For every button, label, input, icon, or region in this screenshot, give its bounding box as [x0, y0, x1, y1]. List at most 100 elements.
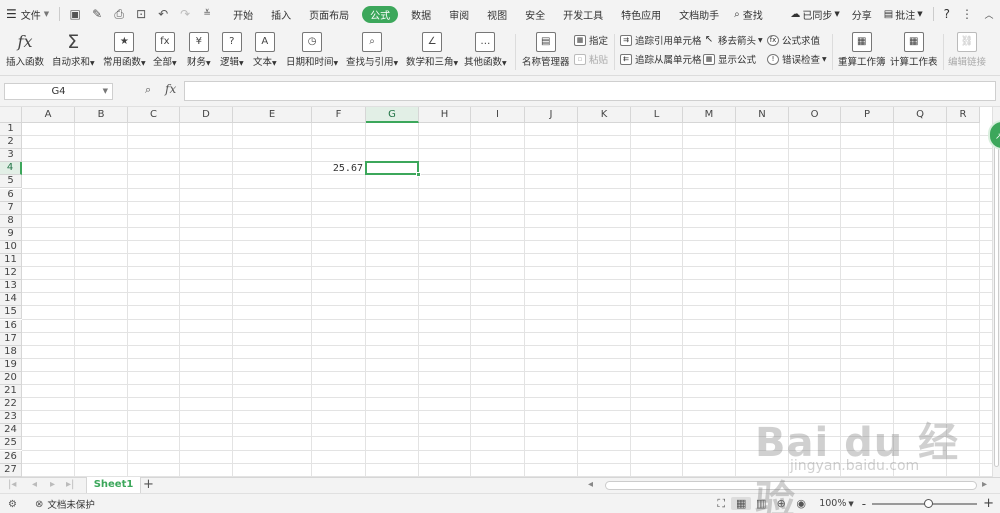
column-header[interactable]: D: [180, 107, 233, 123]
tab-9[interactable]: 特色应用: [612, 0, 670, 28]
quick-access-dropdown-icon[interactable]: ≚: [196, 0, 218, 28]
tab-3[interactable]: 公式: [362, 5, 399, 23]
print-icon[interactable]: ⎙: [108, 0, 130, 28]
undo-icon[interactable]: ↶: [152, 0, 174, 28]
page-break-view-icon[interactable]: ▥: [751, 497, 771, 510]
vertical-scroll-thumb[interactable]: [994, 127, 999, 467]
row-header[interactable]: 17: [0, 332, 22, 346]
recalc-workbook-button[interactable]: ▦ 重算工作簿: [838, 32, 886, 68]
row-header[interactable]: 4: [0, 162, 22, 176]
column-header[interactable]: A: [22, 107, 75, 123]
tab-6[interactable]: 视图: [478, 0, 516, 28]
scroll-right-icon[interactable]: ▸: [982, 479, 987, 490]
row-header[interactable]: 1: [0, 123, 22, 137]
row-header[interactable]: 11: [0, 254, 22, 268]
fill-handle[interactable]: [416, 172, 421, 178]
column-header[interactable]: B: [75, 107, 128, 123]
error-check-button[interactable]: ! 错误检查 ▼: [767, 52, 827, 66]
cell-value[interactable]: 25.67: [312, 162, 366, 175]
datetime-functions-button[interactable]: ◷ 日期和时间▼: [286, 32, 338, 68]
column-header[interactable]: N: [736, 107, 789, 123]
tab-8[interactable]: 开发工具: [554, 0, 612, 28]
file-menu[interactable]: ☰ 文件 ▼: [0, 0, 55, 28]
text-functions-button[interactable]: A 文本▼: [253, 32, 277, 68]
insert-function-button[interactable]: fx 插入函数: [6, 32, 44, 68]
reading-mode-icon[interactable]: ⊕: [771, 497, 791, 510]
help-button[interactable]: ?: [938, 0, 956, 28]
row-header[interactable]: 10: [0, 240, 22, 254]
name-box[interactable]: G4 ▼: [4, 83, 113, 100]
column-header[interactable]: H: [419, 107, 471, 123]
row-header[interactable]: 13: [0, 280, 22, 294]
common-functions-button[interactable]: ★ 常用函数▼: [103, 32, 146, 68]
column-header[interactable]: R: [947, 107, 980, 123]
last-sheet-icon[interactable]: ▸|: [66, 479, 74, 490]
scroll-left-icon[interactable]: ◂: [588, 479, 593, 490]
formula-input[interactable]: [184, 81, 996, 101]
tab-10[interactable]: 文档助手: [670, 0, 728, 28]
row-header[interactable]: 9: [0, 227, 22, 241]
column-header[interactable]: P: [841, 107, 894, 123]
share-button[interactable]: 分享: [846, 0, 878, 28]
horizontal-scrollbar[interactable]: [605, 481, 977, 490]
row-header[interactable]: 15: [0, 306, 22, 320]
fx-icon[interactable]: fx: [165, 82, 176, 96]
row-header[interactable]: 26: [0, 450, 22, 464]
column-header[interactable]: I: [471, 107, 525, 123]
normal-view-icon[interactable]: ▦: [731, 497, 752, 510]
next-sheet-icon[interactable]: ▸: [50, 479, 55, 490]
logical-functions-button[interactable]: ? 逻辑▼: [220, 32, 244, 68]
autosum-button[interactable]: Σ 自动求和▼: [52, 32, 95, 68]
row-header[interactable]: 12: [0, 267, 22, 281]
print-preview-icon[interactable]: ⊡: [130, 0, 152, 28]
add-sheet-button[interactable]: +: [143, 478, 154, 492]
sync-button[interactable]: ☁ 已同步 ▼: [784, 0, 845, 28]
zoom-level[interactable]: 100%: [819, 498, 846, 509]
row-header[interactable]: 20: [0, 371, 22, 385]
column-header[interactable]: M: [683, 107, 736, 123]
row-header[interactable]: 24: [0, 424, 22, 438]
trace-precedents-button[interactable]: ⇉ 追踪引用单元格: [620, 33, 702, 47]
comment-button[interactable]: ▤ 批注 ▼: [878, 0, 929, 28]
row-header[interactable]: 7: [0, 201, 22, 215]
column-header[interactable]: E: [233, 107, 312, 123]
column-header[interactable]: L: [631, 107, 683, 123]
active-cell[interactable]: [365, 161, 421, 178]
row-header[interactable]: 21: [0, 385, 22, 399]
column-header[interactable]: J: [525, 107, 578, 123]
search-button[interactable]: ⌕ 查找: [728, 0, 769, 28]
row-header[interactable]: 22: [0, 398, 22, 412]
row-header[interactable]: 25: [0, 437, 22, 451]
tab-7[interactable]: 安全: [516, 0, 554, 28]
settings-icon[interactable]: ⚙: [8, 499, 17, 510]
assign-name-button[interactable]: ▦ 指定: [574, 33, 608, 47]
zoom-in-button[interactable]: +: [983, 496, 994, 511]
row-header[interactable]: 19: [0, 358, 22, 372]
fullscreen-icon[interactable]: ⛶: [711, 497, 731, 511]
tab-0[interactable]: 开始: [224, 0, 262, 28]
zoom-out-button[interactable]: -: [862, 497, 866, 511]
row-header[interactable]: 16: [0, 319, 22, 333]
row-header[interactable]: 18: [0, 345, 22, 359]
all-functions-button[interactable]: fx 全部▼: [153, 32, 177, 68]
remove-arrows-button[interactable]: ↖ 移去箭头 ▼: [703, 33, 763, 47]
column-header[interactable]: Q: [894, 107, 947, 123]
show-formulas-button[interactable]: ▦ 显示公式: [703, 52, 756, 66]
row-header[interactable]: 23: [0, 411, 22, 425]
tab-5[interactable]: 审阅: [440, 0, 478, 28]
name-manager-button[interactable]: ▤ 名称管理器: [522, 32, 570, 68]
tab-2[interactable]: 页面布局: [300, 0, 358, 28]
math-functions-button[interactable]: ∠ 数学和三角▼: [406, 32, 458, 68]
redo-icon[interactable]: ↷: [174, 0, 196, 28]
zoom-slider-knob[interactable]: [924, 498, 934, 508]
trace-dependents-button[interactable]: ⇇ 追踪从属单元格: [620, 52, 702, 66]
other-functions-button[interactable]: … 其他函数▼: [464, 32, 507, 68]
column-header[interactable]: K: [578, 107, 631, 123]
column-header[interactable]: O: [789, 107, 841, 123]
tab-4[interactable]: 数据: [402, 0, 440, 28]
lookup-functions-button[interactable]: ⌕ 查找与引用▼: [346, 32, 398, 68]
collapse-ribbon-icon[interactable]: ︿: [978, 0, 1000, 28]
select-all-corner[interactable]: [0, 107, 22, 123]
more-icon[interactable]: ⋮: [956, 0, 978, 28]
row-header[interactable]: 3: [0, 149, 22, 163]
